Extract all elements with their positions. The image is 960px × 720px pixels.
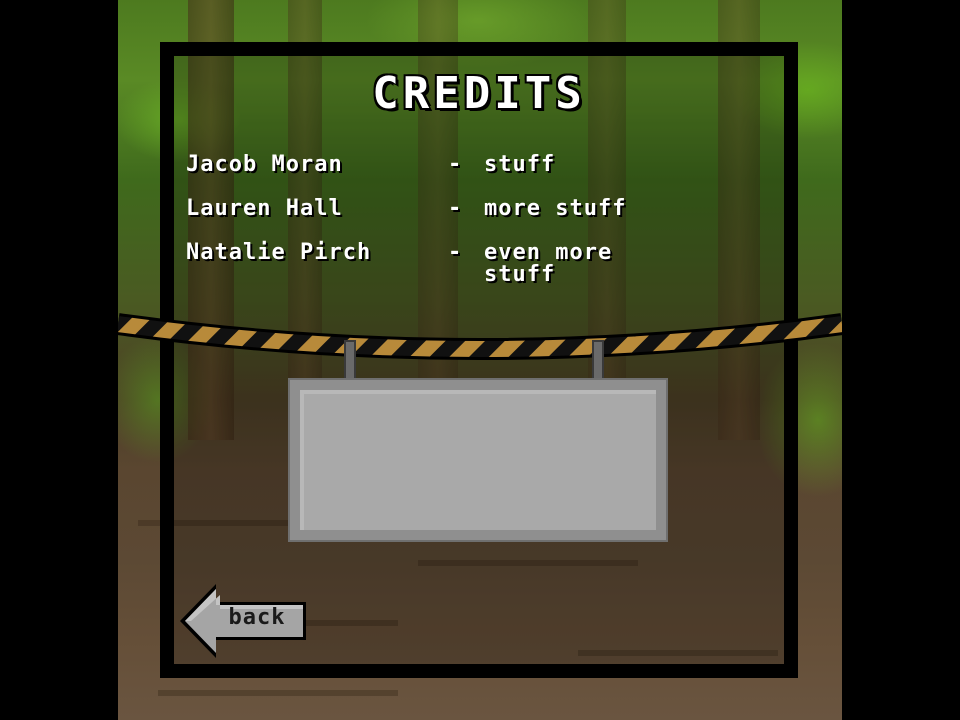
hanging-sign [288,378,668,542]
credit-name: Natalie Pirch [186,240,372,265]
striped-rope [118,313,842,360]
back-button-label: back [228,605,286,630]
credit-role: stuff [484,152,556,177]
credit-separator: - [448,196,463,221]
credit-name: Lauren Hall [186,196,343,221]
sign-face [300,390,656,530]
credit-separator: - [448,152,463,177]
dirt-streak [158,690,398,696]
back-button[interactable]: back [178,582,308,660]
credit-role: more stuff [484,196,627,221]
credit-role: even more stuff [484,240,613,287]
page-title: CREDITS [372,68,586,119]
credit-separator: - [448,240,463,265]
game-viewport: CREDITS Jacob Moran - stuff Lauren Hall … [0,0,960,720]
credit-name: Jacob Moran [186,152,343,177]
